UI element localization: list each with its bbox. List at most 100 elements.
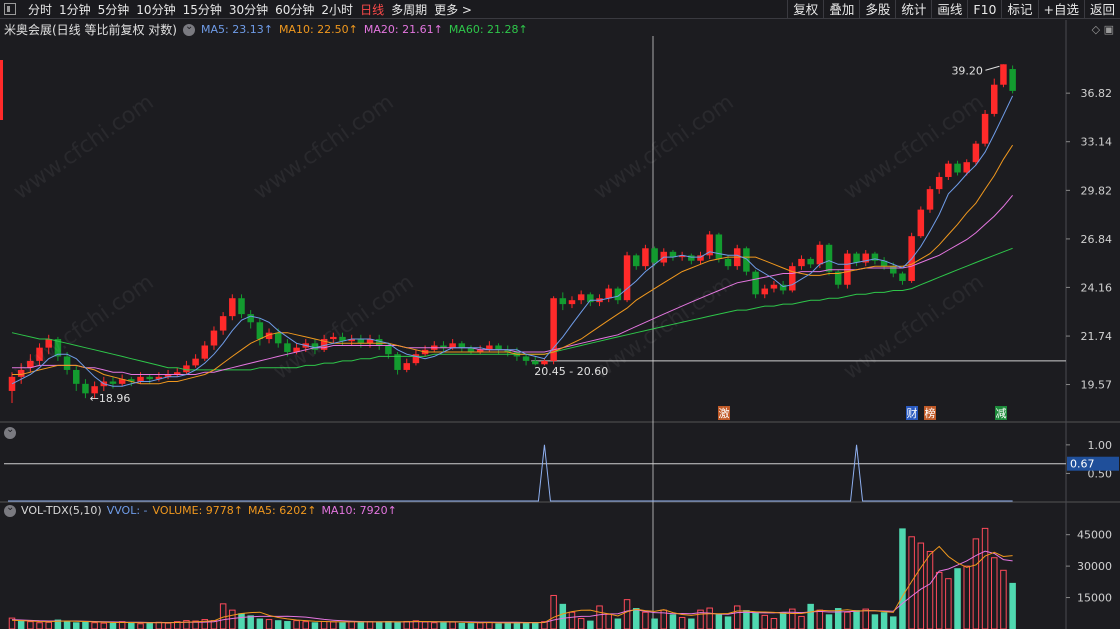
volume-menu-icon[interactable] [4,502,16,517]
volume-bar [678,616,686,629]
indicator-menu-icon[interactable] [4,424,16,439]
candle-body [577,294,585,301]
volume-bar [724,616,732,629]
volume-bar [495,623,502,629]
volume-bar [91,622,98,629]
candle-body [109,381,117,384]
volume-bar [164,622,172,629]
candle-body [192,358,199,366]
candle-body [743,248,750,272]
candle-body [201,345,209,359]
candle-body [458,343,466,348]
legend-menu-icon[interactable] [183,21,195,36]
candle-body [761,288,769,295]
candle-body [137,376,144,382]
volume-bar [467,623,475,629]
stock-chart-app: 分时 1分钟 5分钟 10分钟 15分钟 30分钟 60分钟 2小时 日线 多周… [0,0,1120,629]
legend-vol-ma5: MA5: 6202↑ [248,504,317,517]
legend-vvol: VVOL: - [106,504,148,517]
candle-body [779,284,787,291]
volume-bar [146,622,153,629]
volume-bar [623,599,631,629]
y-tick-label: 36.82 [1081,87,1113,100]
volume-bar [458,622,466,629]
volume-bar [256,618,264,629]
stock-title: 米奥会展(日线 等比前复权 对数) [4,23,177,37]
volume-bar [449,621,456,629]
volume-bar [733,605,741,629]
candle-body [752,271,759,295]
volume-bar [917,542,925,629]
volume-bar [320,620,328,629]
volume-bar [366,621,374,629]
candle-body [789,266,796,291]
candle-body [816,244,824,265]
volume-bar [642,611,649,629]
volume-bar [807,603,814,629]
y-tick-label: 19.57 [1081,379,1113,392]
candle-body [568,300,576,305]
volume-bar [36,622,43,629]
left-edge-marker [0,60,3,120]
volume-bar [330,621,337,629]
volume-bar [770,618,778,629]
candle-body [1000,64,1007,85]
candle-body [807,258,814,265]
volume-bar [834,608,842,629]
candle-body [219,316,227,331]
volume-bar [743,610,750,629]
volume-bar [348,620,355,629]
volume-bar [63,620,71,629]
volume-bar [128,622,135,629]
volume-bar [265,619,273,629]
volume-bar [109,622,117,629]
volume-bar [816,609,824,629]
volume-bar [761,614,769,629]
volume-bar [587,620,594,629]
volume-bar [779,612,787,629]
volume-bar [357,622,365,629]
reference-value: 0.67 [1070,458,1095,471]
watermark: www.cfchi.com [9,90,158,205]
candle-body [183,365,190,373]
panel-window-icons: ◇ ▣ [1092,23,1114,36]
watermark: www.cfchi.com [839,90,988,205]
volume-bar [293,620,300,629]
candle-body [82,383,89,394]
candle-body [715,234,723,259]
volume-bar [651,618,658,629]
high-price-label: 39.20 [951,64,983,77]
volume-bar [688,618,695,629]
volume-bar [752,612,759,629]
volume-bar [1009,582,1016,629]
main-legend: 米奥会展(日线 等比前复权 对数) MA5: 23.13↑ MA10: 22.5… [4,21,528,38]
candle-body [256,322,264,340]
volume-bar [27,621,34,629]
volume-bar [596,605,603,629]
candle-body [632,255,640,267]
legend-ma60: MA60: 21.28↑ [448,23,528,36]
candle-body [247,314,254,323]
y-tick-label: 29.82 [1081,184,1113,197]
event-tag: 榜 [925,406,936,420]
volume-bar [284,621,291,629]
volume-bar [137,623,144,629]
candle-body [945,163,952,177]
candle-body [495,345,502,350]
volume-bar [844,611,851,629]
y-tick-label: 45000 [1077,529,1112,542]
volume-bar [954,568,961,629]
candle-body [853,253,860,263]
chart-canvas[interactable]: 36.82 33.14 29.82 26.84 24.16 21.74 19.57 39.20… [0,0,1120,629]
volume-bar [155,621,163,629]
diamond-icon[interactable]: ◇ [1092,23,1100,36]
watermark: www.cfchi.com [589,270,738,385]
volume-bar [669,614,677,629]
maximize-icon[interactable]: ▣ [1104,23,1114,36]
volume-title: VOL-TDX(5,10) [21,504,102,517]
watermark: www.cfchi.com [249,90,398,205]
candle-body [522,356,530,361]
candle-body [935,176,943,190]
event-tag: 减 [996,407,1007,420]
volume-bar [880,612,888,629]
